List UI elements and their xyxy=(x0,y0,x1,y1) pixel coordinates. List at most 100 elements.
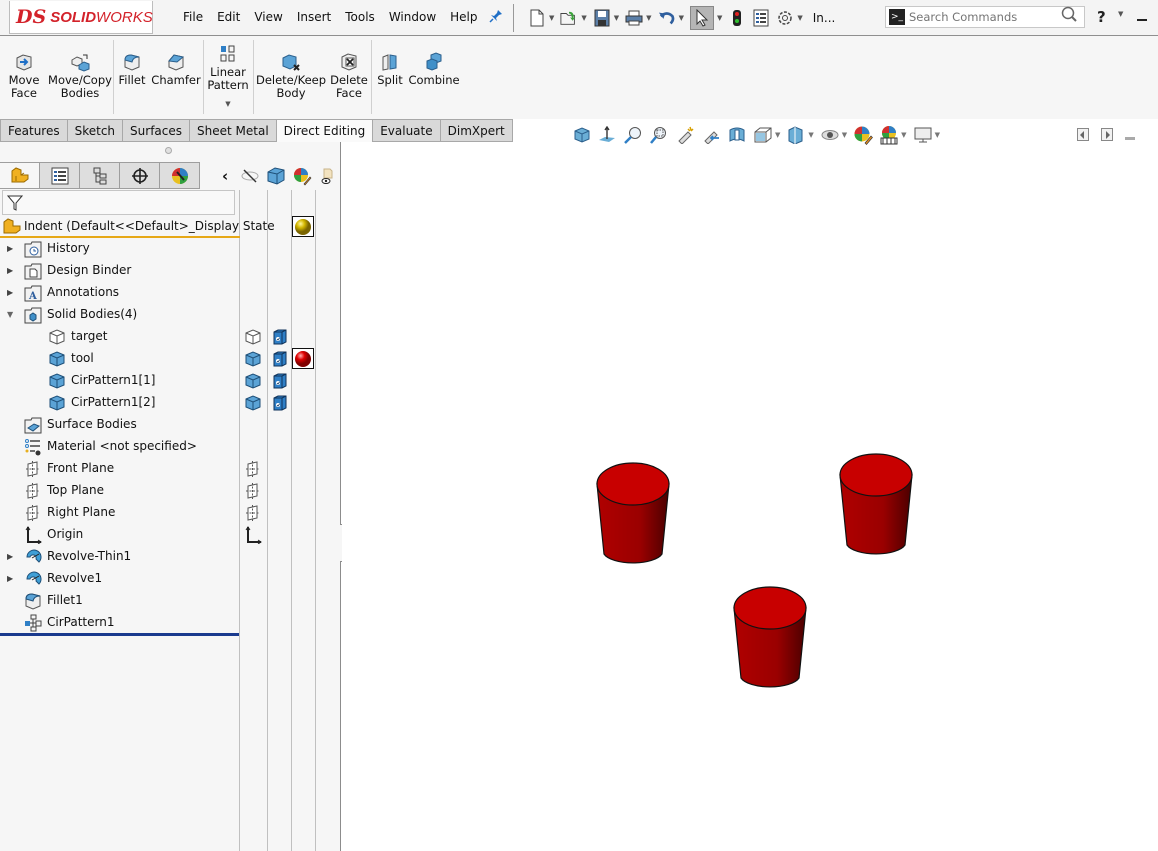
tree-filter-box[interactable] xyxy=(2,190,235,215)
tree-item-surface-bodies[interactable]: Surface Bodies xyxy=(0,414,240,436)
print-button[interactable]: ▼ xyxy=(625,6,652,30)
chevron-down-icon[interactable]: ▼ xyxy=(614,14,619,22)
tree-item-cirpattern1-1[interactable]: CirPattern1[1] xyxy=(0,370,240,392)
tree-item-front-plane[interactable]: Front Plane xyxy=(0,458,240,480)
tab-dimxpert[interactable]: DimXpert xyxy=(440,119,513,142)
truncated-toolbar-label[interactable]: In... xyxy=(813,11,836,25)
split-button[interactable]: Split xyxy=(376,38,404,116)
panel-splitter-grip[interactable] xyxy=(165,147,172,154)
body-visibility-icon[interactable] xyxy=(244,394,262,412)
tree-item-fillet1[interactable]: Fillet1 xyxy=(0,590,240,612)
menu-help[interactable]: Help xyxy=(443,10,484,24)
tab-dimxpert-manager[interactable] xyxy=(120,162,160,189)
chevron-down-icon[interactable]: ▼ xyxy=(581,14,586,22)
previous-window-button[interactable] xyxy=(1077,128,1089,141)
tree-item-origin[interactable]: Origin xyxy=(0,524,240,546)
zoom-to-fit-button[interactable] xyxy=(623,126,643,144)
chevron-down-icon[interactable]: ▼ xyxy=(775,131,780,139)
new-document-button[interactable]: ▼ xyxy=(528,6,554,30)
tree-item-design-binder[interactable]: ▶ Design Binder xyxy=(0,260,240,282)
tree-item-cirpattern1[interactable]: CirPattern1 xyxy=(0,612,240,634)
graphics-area[interactable] xyxy=(342,142,1158,851)
menu-insert[interactable]: Insert xyxy=(290,10,338,24)
chevron-down-icon[interactable]: ▼ xyxy=(549,14,554,22)
search-icon[interactable] xyxy=(1060,6,1080,28)
view-type-button[interactable]: ▼ xyxy=(753,126,780,144)
tree-item-solid-bodies-4[interactable]: ▼ Solid Bodies(4) xyxy=(0,304,240,326)
tree-item-target[interactable]: target xyxy=(0,326,240,348)
dynamic-annotation-button[interactable] xyxy=(727,126,747,144)
chevron-down-icon[interactable]: ▼ xyxy=(842,131,847,139)
tree-item-history[interactable]: ▶ History xyxy=(0,238,240,260)
options-button[interactable]: ▼ xyxy=(776,6,803,30)
menu-tools[interactable]: Tools xyxy=(338,10,382,24)
next-window-button[interactable] xyxy=(1101,128,1113,141)
tab-direct-editing[interactable]: Direct Editing xyxy=(276,119,374,142)
search-commands-box[interactable]: >_ xyxy=(885,6,1085,28)
body-visibility-icon[interactable] xyxy=(244,350,262,368)
tab-sketch[interactable]: Sketch xyxy=(67,119,124,142)
display-mode-icon[interactable] xyxy=(270,350,288,368)
display-style-button[interactable]: ▼ xyxy=(786,126,814,144)
display-mode-cube-icon[interactable] xyxy=(266,166,286,186)
chevron-down-icon[interactable]: ▼ xyxy=(225,98,230,111)
plane-visibility-icon[interactable] xyxy=(244,482,262,500)
help-button[interactable]: ? xyxy=(1097,8,1106,26)
delete-face-button[interactable]: Delete Face xyxy=(330,38,368,116)
chevron-down-icon[interactable]: ▼ xyxy=(646,14,651,22)
tree-root-part[interactable]: Indent (Default<<Default>_Display State xyxy=(0,216,275,238)
plane-visibility-icon[interactable] xyxy=(244,460,262,478)
expand-arrow-icon[interactable]: ▶ xyxy=(7,244,13,253)
hide-show-items-button[interactable]: ▼ xyxy=(820,126,847,144)
rebuild-button[interactable] xyxy=(728,6,746,30)
menu-file[interactable]: File xyxy=(176,10,210,24)
display-mode-icon[interactable] xyxy=(270,372,288,390)
tree-item-top-plane[interactable]: Top Plane xyxy=(0,480,240,502)
tree-item-annotations[interactable]: ▶ A Annotations xyxy=(0,282,240,304)
undo-button[interactable]: ▼ xyxy=(658,6,684,30)
previous-view-button[interactable] xyxy=(675,126,695,144)
tab-configuration-manager[interactable] xyxy=(80,162,120,189)
display-mode-icon[interactable] xyxy=(270,394,288,412)
body-cylinder-1[interactable] xyxy=(596,462,670,564)
tab-features[interactable]: Features xyxy=(0,119,68,142)
chevron-down-icon[interactable]: ▼ xyxy=(679,14,684,22)
cylinder-top-face[interactable] xyxy=(596,462,670,506)
body-cylinder-3[interactable] xyxy=(733,586,807,688)
save-button[interactable]: ▼ xyxy=(593,6,619,30)
tree-item-tool[interactable]: tool xyxy=(0,348,240,370)
chevron-down-icon[interactable]: ▼ xyxy=(797,14,802,22)
zoom-to-area-button[interactable] xyxy=(649,126,669,144)
combine-button[interactable]: Combine xyxy=(408,38,460,116)
solidworks-logo[interactable]: DS SOLID WORKS xyxy=(9,1,153,34)
cylinder-top-face[interactable] xyxy=(839,453,913,497)
body-cylinder-2[interactable] xyxy=(839,453,913,555)
tree-item-right-plane[interactable]: Right Plane xyxy=(0,502,240,524)
hide-show-icon[interactable] xyxy=(240,168,260,184)
tree-item-revolve-thin1[interactable]: ▶ Revolve-Thin1 xyxy=(0,546,240,568)
search-commands-input[interactable] xyxy=(909,10,1049,24)
root-appearance-swatch[interactable] xyxy=(292,216,314,237)
menu-edit[interactable]: Edit xyxy=(210,10,247,24)
delete-keep-body-button[interactable]: Delete/Keep Body xyxy=(256,38,326,116)
chevron-down-icon[interactable]: ▼ xyxy=(1118,10,1123,18)
tab-display-manager[interactable] xyxy=(160,162,200,189)
origin-visibility-icon[interactable] xyxy=(244,526,262,544)
chevron-down-icon[interactable]: ▼ xyxy=(935,131,940,139)
transparency-icon[interactable] xyxy=(318,166,338,186)
chevron-down-icon[interactable]: ▼ xyxy=(717,14,722,22)
chevron-down-icon[interactable]: ▼ xyxy=(901,131,906,139)
expand-arrow-icon[interactable]: ▶ xyxy=(7,266,13,275)
tab-feature-manager[interactable] xyxy=(0,162,40,189)
tab-evaluate[interactable]: Evaluate xyxy=(373,119,441,142)
expand-arrow-icon[interactable]: ▶ xyxy=(7,288,13,297)
apply-scene-button[interactable]: ▼ xyxy=(879,125,907,145)
menu-window[interactable]: Window xyxy=(382,10,443,24)
linear-pattern-button[interactable]: Linear Pattern ▼ xyxy=(207,38,249,116)
tool-appearance-swatch[interactable] xyxy=(292,348,314,369)
view-settings-button[interactable]: ▼ xyxy=(913,126,940,144)
collapse-display-pane-icon[interactable]: ‹ xyxy=(222,167,234,185)
minimize-document-button[interactable] xyxy=(1125,137,1135,140)
body-visibility-icon[interactable] xyxy=(244,372,262,390)
move-copy-bodies-button[interactable]: Move/Copy Bodies xyxy=(48,38,112,116)
